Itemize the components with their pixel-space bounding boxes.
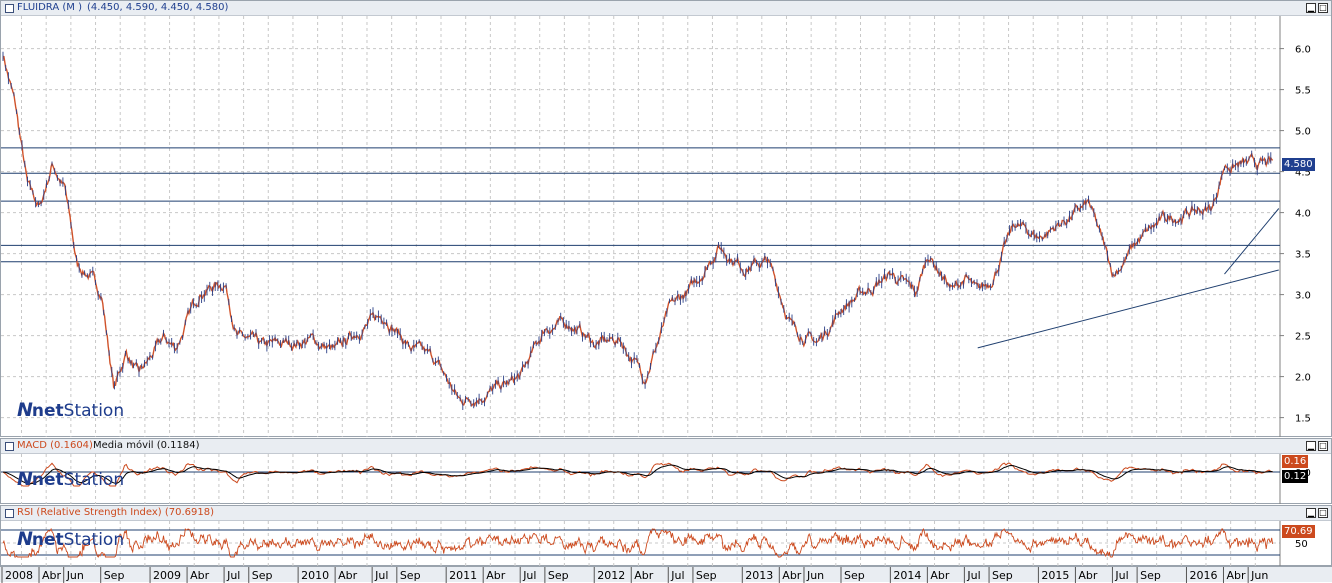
- trendline: [1224, 208, 1280, 275]
- y-tick-label: 1.5: [1295, 414, 1311, 425]
- time-axis: 2008 Abr Jun Sep 2009 Abr Jul Sep 2010 Abr Jul Sep 2…: [0, 566, 1332, 583]
- time-label: 2010: [301, 569, 329, 582]
- netstation-logo: NnetStation: [17, 399, 125, 421]
- time-label: Jul: [670, 569, 684, 582]
- time-label: Abr: [190, 569, 210, 582]
- time-label: Abr: [1226, 569, 1246, 582]
- netstation-logo: NnetStation: [17, 468, 125, 490]
- time-label: Jul: [522, 569, 536, 582]
- y-tick-label: 3.0: [1295, 291, 1311, 302]
- panel-select-icon[interactable]: [5, 509, 14, 518]
- time-label: Jul: [226, 569, 240, 582]
- rsi-title: RSI (Relative Strength Index) (70.6918): [17, 507, 215, 518]
- y-tick-label: 4.0: [1295, 209, 1311, 220]
- time-label: Sep: [400, 569, 421, 582]
- minimize-icon[interactable]: ▁: [1306, 508, 1316, 518]
- macd-panel-titlebar[interactable]: MACD (0.1604) Media móvil (0.1184) ▁ □: [1, 439, 1331, 454]
- time-label: Sep: [548, 569, 569, 582]
- y-tick-label: 3.5: [1295, 250, 1311, 261]
- panel-select-icon[interactable]: [5, 4, 14, 13]
- signal-value-badge: 0.12: [1282, 470, 1309, 483]
- time-axis-labels: 2008 Abr Jun Sep 2009 Abr Jul Sep 2010 Abr Jul Sep 2…: [1, 567, 1268, 583]
- last-price-badge: 4.580: [1282, 158, 1315, 171]
- rsi-tick-label: 50: [1295, 539, 1308, 550]
- time-label: 2012: [597, 569, 625, 582]
- macd-title: MACD (0.1604): [17, 440, 93, 451]
- time-label: Abr: [42, 569, 62, 582]
- netstation-logo: NnetStation: [17, 528, 125, 550]
- time-label: Jun: [806, 569, 824, 582]
- time-label: Abr: [782, 569, 802, 582]
- time-label: Jul: [966, 569, 980, 582]
- rsi-chart: 50: [1, 521, 1308, 566]
- price-bar-wicks: [2, 51, 1272, 410]
- time-label: Abr: [338, 569, 358, 582]
- maximize-icon[interactable]: □: [1318, 508, 1328, 518]
- time-label: Jul: [1114, 569, 1128, 582]
- time-label: 2009: [153, 569, 181, 582]
- macd-value-badge: 0.16: [1282, 455, 1309, 468]
- y-tick-label: 5.0: [1295, 127, 1311, 138]
- y-tick-label: 6.0: [1295, 45, 1311, 56]
- time-label: Sep: [844, 569, 865, 582]
- rsi-panel-titlebar[interactable]: RSI (Relative Strength Index) (70.6918) …: [1, 506, 1331, 521]
- y-tick-label: 2.5: [1295, 332, 1311, 343]
- time-label: Sep: [104, 569, 125, 582]
- time-label: Jul: [374, 569, 388, 582]
- time-label: Sep: [992, 569, 1013, 582]
- time-label: Abr: [486, 569, 506, 582]
- macd-chart: 0.0: [1, 454, 1311, 504]
- time-label: 2016: [1189, 569, 1217, 582]
- y-tick-label: 5.5: [1295, 86, 1311, 97]
- time-label: 2015: [1041, 569, 1069, 582]
- macd-panel: MACD (0.1604) Media móvil (0.1184) ▁ □ 0…: [0, 438, 1332, 504]
- time-label: Sep: [252, 569, 273, 582]
- price-panel-title: FLUIDRA (M ): [17, 2, 82, 13]
- time-label: Sep: [1140, 569, 1161, 582]
- time-label: Abr: [634, 569, 654, 582]
- y-tick-label: 2.0: [1295, 373, 1311, 384]
- time-label: 2011: [449, 569, 477, 582]
- time-label: 2013: [745, 569, 773, 582]
- maximize-icon[interactable]: □: [1318, 3, 1328, 13]
- time-label: Abr: [930, 569, 950, 582]
- time-label: 2014: [893, 569, 921, 582]
- rsi-panel: RSI (Relative Strength Index) (70.6918) …: [0, 505, 1332, 566]
- time-label: Sep: [696, 569, 717, 582]
- time-label: Jun: [1250, 569, 1268, 582]
- price-panel-titlebar[interactable]: FLUIDRA (M ) (4.450, 4.590, 4.450, 4.580…: [1, 1, 1331, 16]
- minimize-icon[interactable]: ▁: [1306, 3, 1316, 13]
- minimize-icon[interactable]: ▁: [1306, 441, 1316, 451]
- macd-signal-title: Media móvil (0.1184): [93, 440, 200, 451]
- time-label: 2008: [5, 569, 33, 582]
- rsi-value-badge: 70.69: [1282, 525, 1315, 538]
- price-panel: FLUIDRA (M ) (4.450, 4.590, 4.450, 4.580…: [0, 0, 1332, 437]
- time-label: Jun: [66, 569, 84, 582]
- panel-select-icon[interactable]: [5, 442, 14, 451]
- price-panel-ohlc: (4.450, 4.590, 4.450, 4.580): [87, 2, 229, 13]
- price-chart: 6.05.55.04.54.03.53.02.52.01.5: [1, 16, 1311, 437]
- maximize-icon[interactable]: □: [1318, 441, 1328, 451]
- trendline: [977, 269, 1279, 349]
- time-label: Abr: [1078, 569, 1098, 582]
